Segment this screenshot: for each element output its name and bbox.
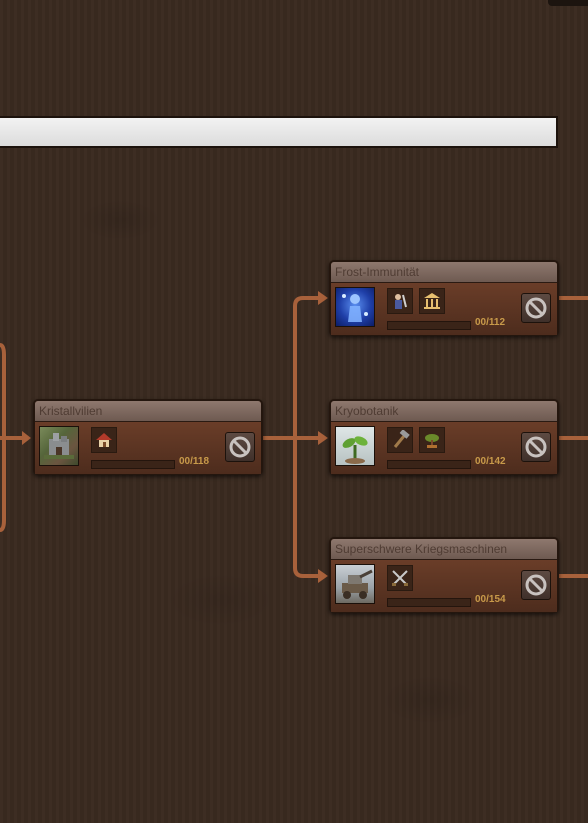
academy-icon xyxy=(419,288,445,314)
arrowhead-kristallvilien xyxy=(22,431,31,445)
blocked-icon xyxy=(525,297,547,319)
tech-title: Kristallvilien xyxy=(35,401,261,422)
tech-title: Superschwere Kriegsmaschinen xyxy=(331,539,557,560)
connector-branch-down xyxy=(293,436,324,578)
research-count: 00/154 xyxy=(475,594,506,605)
blocked-button[interactable] xyxy=(225,432,255,462)
scientist-icon xyxy=(387,288,413,314)
arrowhead-frost xyxy=(318,291,328,305)
frost-figure-portrait xyxy=(335,287,375,327)
research-progress-bar xyxy=(387,321,471,330)
bonsai-icon xyxy=(419,427,445,453)
tech-title: Kryobotanik xyxy=(331,401,557,422)
blocked-icon xyxy=(229,436,251,458)
research-progress-bar xyxy=(387,598,471,607)
arrowhead-kryo xyxy=(318,431,328,445)
sprout-portrait xyxy=(335,426,375,466)
blocked-icon xyxy=(525,436,547,458)
hammer-icon xyxy=(387,427,413,453)
connector-branch-up xyxy=(293,296,324,440)
tech-card-frost-immunitat[interactable]: Frost-Immunität 00/112 xyxy=(329,260,559,336)
fortress-portrait xyxy=(39,426,79,466)
blocked-button[interactable] xyxy=(521,432,551,462)
tech-card-kryobotanik[interactable]: Kryobotanik 00/142 xyxy=(329,399,559,475)
research-progress-bar xyxy=(387,460,471,469)
blocked-icon xyxy=(525,574,547,596)
war-machine-portrait xyxy=(335,564,375,604)
tech-card-superschwere-kriegsmaschinen[interactable]: Superschwere Kriegsmaschinen 00/154 xyxy=(329,537,559,613)
arrowhead-kriegs xyxy=(318,569,328,583)
blocked-button[interactable] xyxy=(521,570,551,600)
crossed-swords-icon xyxy=(387,565,413,591)
research-count: 00/142 xyxy=(475,456,506,467)
research-progress-bar xyxy=(91,460,175,469)
research-count: 00/118 xyxy=(179,456,210,467)
house-icon xyxy=(91,427,117,453)
tech-title: Frost-Immunität xyxy=(331,262,557,283)
blocked-button[interactable] xyxy=(521,293,551,323)
research-count: 00/112 xyxy=(475,317,506,328)
tech-card-kristallvilien[interactable]: Kristallvilien 00/118 xyxy=(33,399,263,475)
